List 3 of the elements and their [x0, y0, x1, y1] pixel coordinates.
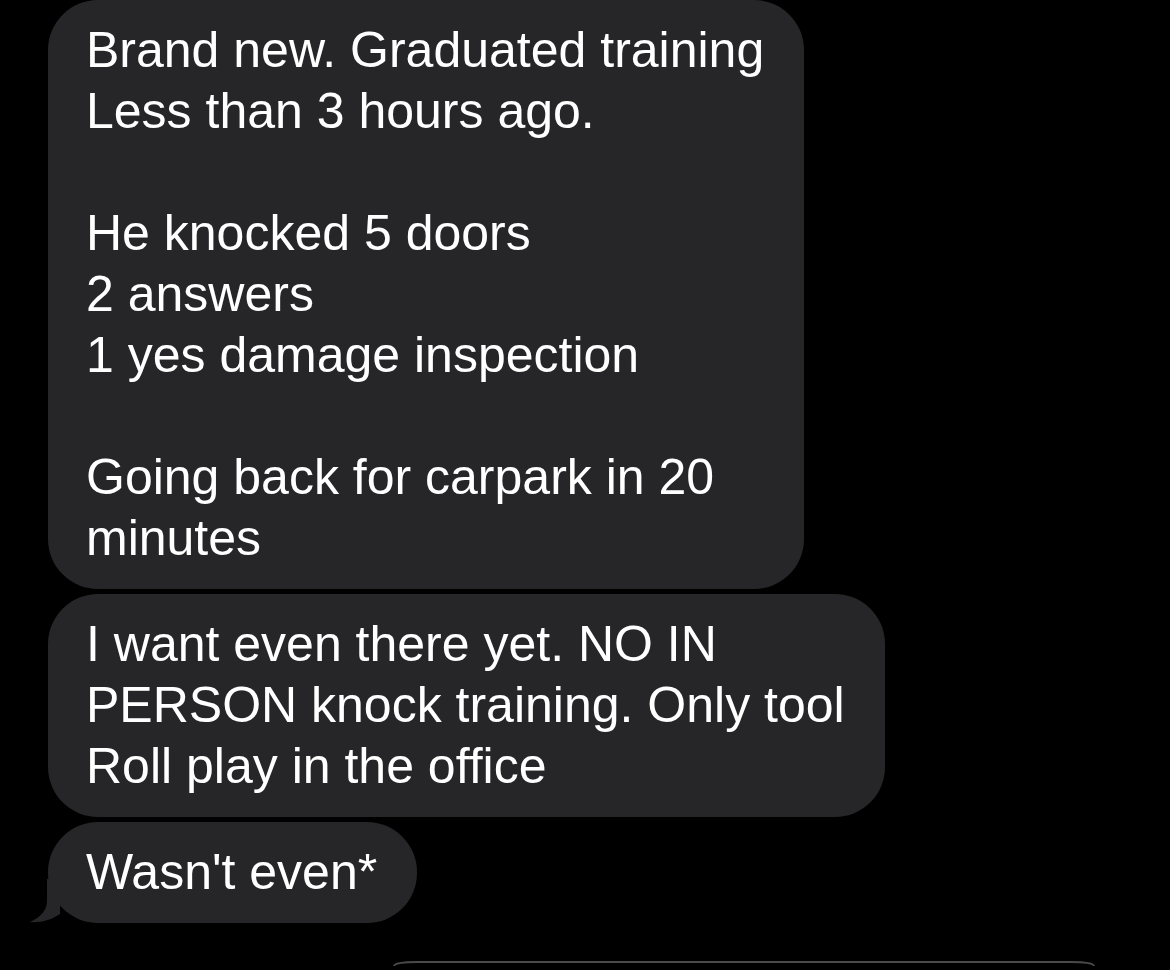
message-bubble: Brand new. Graduated training Less than 3 hours ago. He knocked 5 doors 2 answers 1 yes damage inspection Going back for carpark in 20 minutes — [48, 0, 805, 589]
message-bubble: Wasn't even* — [48, 822, 418, 923]
message-bubble: I want even there yet. NO IN PERSON knock training. Only tool Roll play in the office — [48, 594, 885, 817]
